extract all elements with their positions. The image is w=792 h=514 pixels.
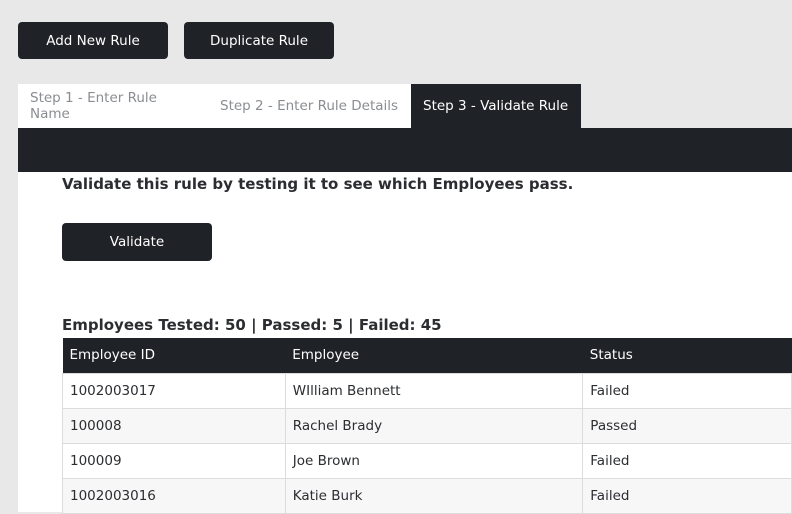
add-new-rule-button[interactable]: Add New Rule xyxy=(18,22,168,59)
results-table: Employee ID Employee Status 1002003017 W… xyxy=(62,338,792,514)
cell-status: Failed xyxy=(582,372,792,409)
cell-employee-id: 1002003017 xyxy=(62,372,286,409)
table-header-row: Employee ID Employee Status xyxy=(62,338,792,373)
cell-employee-id: 1002003016 xyxy=(62,477,286,514)
duplicate-rule-button[interactable]: Duplicate Rule xyxy=(184,22,334,59)
cell-status: Failed xyxy=(582,477,792,514)
test-summary: Employees Tested: 50 | Passed: 5 | Faile… xyxy=(62,316,442,334)
header-employee[interactable]: Employee xyxy=(285,338,583,373)
tab-header-band xyxy=(18,128,792,172)
validate-button[interactable]: Validate xyxy=(62,223,212,261)
tab-step-2[interactable]: Step 2 - Enter Rule Details xyxy=(208,84,411,128)
cell-status: Failed xyxy=(582,442,792,479)
tab-step-1[interactable]: Step 1 - Enter Rule Name xyxy=(18,84,208,128)
cell-employee-id: 100008 xyxy=(62,407,286,444)
cell-employee: Joe Brown xyxy=(284,442,584,479)
cell-status: Passed xyxy=(582,407,792,444)
tab-step-3[interactable]: Step 3 - Validate Rule xyxy=(411,84,581,128)
table-row[interactable]: 1002003017 WIlliam Bennett Failed xyxy=(62,372,792,409)
cell-employee: WIlliam Bennett xyxy=(284,372,584,409)
step-tabs: Step 1 - Enter Rule Name Step 2 - Enter … xyxy=(18,84,581,128)
validate-instruction: Validate this rule by testing it to see … xyxy=(62,175,574,193)
cell-employee-id: 100009 xyxy=(62,442,286,479)
table-row[interactable]: 100009 Joe Brown Failed xyxy=(62,442,792,479)
cell-employee: Katie Burk xyxy=(284,477,584,514)
table-row[interactable]: 100008 Rachel Brady Passed xyxy=(62,407,792,444)
header-status[interactable]: Status xyxy=(582,338,792,373)
table-row[interactable]: 1002003016 Katie Burk Failed xyxy=(62,477,792,514)
header-employee-id[interactable]: Employee ID xyxy=(62,338,286,373)
cell-employee: Rachel Brady xyxy=(284,407,584,444)
